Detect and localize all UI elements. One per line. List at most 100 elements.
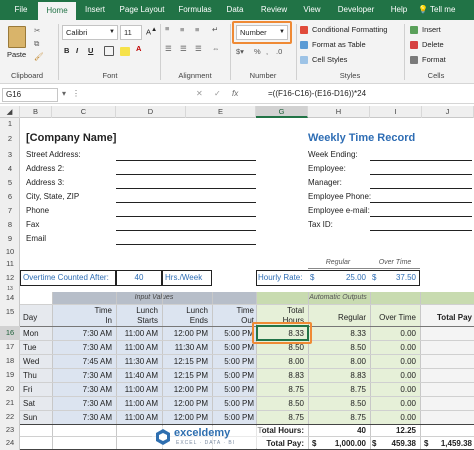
time-out-cell[interactable]: 5:00 PM [214, 371, 254, 380]
time-in-cell[interactable]: 7:30 AM [56, 371, 112, 380]
tab-insert[interactable]: Insert [80, 0, 110, 20]
regular-cell[interactable]: 8.75 [310, 385, 366, 394]
regular-cell[interactable]: 8.00 [310, 357, 366, 366]
accounting-format-icon[interactable]: $▾ [236, 47, 244, 56]
regular-cell[interactable]: 8.50 [310, 399, 366, 408]
day-cell[interactable]: Sat [23, 399, 35, 408]
address-underline[interactable] [116, 244, 256, 245]
time-out-cell[interactable]: 5:00 PM [214, 329, 254, 338]
lunch-starts-cell[interactable]: 11:30 AM [118, 357, 158, 366]
day-cell[interactable]: Fri [23, 385, 32, 394]
regular-cell[interactable]: 8.75 [310, 413, 366, 422]
grow-font-icon[interactable]: A▲ [146, 26, 157, 37]
time-out-cell[interactable]: 5:00 PM [214, 399, 254, 408]
row-header-20[interactable]: 20 [0, 382, 20, 396]
time-in-cell[interactable]: 7:30 AM [56, 385, 112, 394]
total-hours-cell[interactable]: 8.50 [258, 399, 304, 408]
overtime-after-value[interactable]: 40 [116, 273, 162, 282]
employee-underline[interactable] [370, 216, 472, 217]
cell-styles-button[interactable]: Cell Styles [312, 55, 347, 64]
employee-underline[interactable] [370, 160, 472, 161]
total-pay-regular[interactable]: 1,000.00 [320, 439, 366, 448]
lunch-ends-cell[interactable]: 12:15 PM [166, 371, 208, 380]
lunch-ends-cell[interactable]: 12:00 PM [166, 413, 208, 422]
paste-icon[interactable] [8, 26, 26, 48]
row-header-2[interactable]: 2 [0, 132, 20, 146]
day-cell[interactable]: Thu [23, 371, 37, 380]
lunch-ends-cell[interactable]: 12:00 PM [166, 385, 208, 394]
total-pay-overtime[interactable]: 459.38 [380, 439, 416, 448]
overtime-cell[interactable]: 0.00 [372, 371, 416, 380]
tab-review[interactable]: Review [256, 0, 292, 20]
lunch-starts-cell[interactable]: 11:00 AM [118, 385, 158, 394]
row-header-18[interactable]: 18 [0, 354, 20, 368]
row-header-24[interactable]: 24 [0, 436, 20, 450]
font-name-select[interactable]: Calibri ▼ [62, 25, 118, 40]
day-cell[interactable]: Mon [23, 329, 39, 338]
lunch-starts-cell[interactable]: 11:00 AM [118, 329, 158, 338]
row-header-19[interactable]: 19 [0, 368, 20, 382]
insert-button[interactable]: Insert [422, 25, 441, 34]
column-header-g[interactable]: G [256, 106, 308, 118]
total-hours-cell[interactable]: 8.75 [258, 385, 304, 394]
total-pay-all[interactable]: 1,459.38 [430, 439, 472, 448]
row-header-6[interactable]: 6 [0, 190, 20, 204]
column-header-i[interactable]: I [370, 106, 422, 118]
employee-underline[interactable] [370, 202, 472, 203]
row-header-14[interactable]: 14 [0, 292, 20, 304]
time-in-cell[interactable]: 7:30 AM [56, 399, 112, 408]
total-hours-cell[interactable]: 8.50 [258, 343, 304, 352]
regular-cell[interactable]: 8.50 [310, 343, 366, 352]
font-size-select[interactable]: 11 [120, 25, 142, 40]
row-header-10[interactable]: 10 [0, 246, 20, 258]
day-cell[interactable]: Sun [23, 413, 37, 422]
italic-button[interactable]: I [76, 46, 78, 55]
tab-developer[interactable]: Developer [332, 0, 380, 20]
decimal-icon[interactable]: .0 [276, 47, 282, 56]
address-underline[interactable] [116, 174, 256, 175]
employee-underline[interactable] [370, 174, 472, 175]
row-header-15[interactable]: 15 [0, 304, 20, 320]
column-header-e[interactable]: E [186, 106, 256, 118]
total-hours-cell[interactable]: 8.75 [258, 413, 304, 422]
overtime-cell[interactable]: 0.00 [372, 385, 416, 394]
top-align-icon[interactable]: ≡ [165, 25, 169, 33]
percent-style-button[interactable]: % [254, 47, 261, 56]
lunch-ends-cell[interactable]: 11:30 AM [166, 343, 208, 352]
middle-align-icon[interactable]: ≡ [180, 25, 184, 34]
bottom-align-icon[interactable]: ≡ [195, 25, 199, 34]
time-out-cell[interactable]: 5:00 PM [214, 357, 254, 366]
bold-button[interactable]: B [64, 46, 69, 55]
lunch-ends-cell[interactable]: 12:00 PM [166, 399, 208, 408]
delete-button[interactable]: Delete [422, 40, 444, 49]
total-hours-cell[interactable]: 8.00 [258, 357, 304, 366]
cut-icon[interactable]: ✂ [34, 26, 40, 35]
align-center-icon[interactable]: ☰ [180, 44, 187, 53]
row-header-16[interactable]: 16 [0, 326, 20, 340]
overtime-cell[interactable]: 0.00 [372, 413, 416, 422]
rate-regular-value[interactable]: 25.00 [320, 273, 366, 282]
address-underline[interactable] [116, 188, 256, 189]
tell-me-search[interactable]: 💡 Tell me [418, 0, 455, 20]
time-out-cell[interactable]: 5:00 PM [214, 413, 254, 422]
conditional-formatting-button[interactable]: Conditional Formatting [312, 25, 387, 34]
employee-underline[interactable] [370, 188, 472, 189]
overtime-cell[interactable]: 0.00 [372, 357, 416, 366]
address-underline[interactable] [116, 230, 256, 231]
total-hours-overtime[interactable]: 12.25 [372, 426, 416, 435]
column-header-j[interactable]: J [422, 106, 474, 118]
row-header-11[interactable]: 11 [0, 258, 20, 270]
time-in-cell[interactable]: 7:30 AM [56, 329, 112, 338]
overtime-cell[interactable]: 0.00 [372, 399, 416, 408]
row-header-7[interactable]: 7 [0, 204, 20, 218]
lunch-starts-cell[interactable]: 11:00 AM [118, 343, 158, 352]
time-in-cell[interactable]: 7:45 AM [56, 357, 112, 366]
insert-function-icon[interactable]: fx [232, 89, 238, 98]
employee-underline[interactable] [370, 230, 472, 231]
lunch-starts-cell[interactable]: 11:00 AM [118, 399, 158, 408]
row-header-8[interactable]: 8 [0, 218, 20, 232]
row-header-1[interactable]: 1 [0, 118, 20, 130]
column-header-b[interactable]: B [20, 106, 52, 118]
merge-center-icon[interactable]: ⇔ [212, 44, 220, 53]
lunch-starts-cell[interactable]: 11:40 AM [118, 371, 158, 380]
